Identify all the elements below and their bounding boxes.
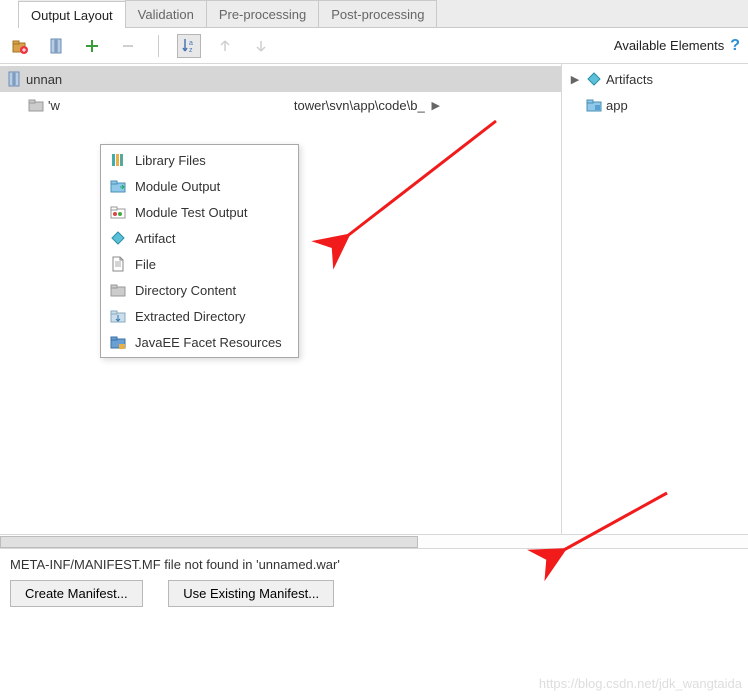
- popup-item-artifact[interactable]: Artifact: [101, 225, 298, 251]
- popup-label: Directory Content: [135, 283, 236, 298]
- artifact-icon: [109, 230, 127, 246]
- add-icon: [84, 38, 100, 54]
- popup-item-javaee-facet[interactable]: JavaEE Facet Resources: [101, 329, 298, 355]
- button-label: Create Manifest...: [25, 586, 128, 601]
- use-existing-manifest-button[interactable]: Use Existing Manifest...: [168, 580, 334, 607]
- popup-item-file[interactable]: File: [101, 251, 298, 277]
- tab-pre-processing[interactable]: Pre-processing: [206, 0, 319, 27]
- svg-text:a: a: [189, 40, 193, 47]
- remove-button: [116, 34, 140, 58]
- available-elements-label: Available Elements: [614, 38, 724, 53]
- new-folder-icon: [12, 38, 28, 54]
- manifest-warning-message: META-INF/MANIFEST.MF file not found in '…: [10, 557, 738, 572]
- popup-item-module-test-output[interactable]: Module Test Output: [101, 199, 298, 225]
- artifact-icon: [586, 71, 602, 87]
- arrow-down-icon: [253, 38, 269, 54]
- tree-row-app[interactable]: app: [562, 92, 748, 118]
- tree-child-prefix: 'w: [48, 98, 60, 113]
- archive-icon: [48, 38, 64, 54]
- module-folder-icon: [586, 97, 602, 113]
- file-icon: [109, 256, 127, 272]
- extracted-dir-icon: [109, 308, 127, 324]
- popup-item-library-files[interactable]: Library Files: [101, 147, 298, 173]
- tab-output-layout[interactable]: Output Layout: [18, 1, 126, 28]
- new-folder-button[interactable]: [8, 34, 32, 58]
- javaee-facet-icon: [109, 334, 127, 350]
- sort-button[interactable]: az: [177, 34, 201, 58]
- tab-label: Pre-processing: [219, 7, 306, 22]
- sort-az-icon: az: [181, 38, 197, 54]
- add-content-popup: Library Files Module Output Module Test …: [100, 144, 299, 358]
- remove-icon: [120, 38, 136, 54]
- popup-label: Module Output: [135, 179, 220, 194]
- popup-item-module-output[interactable]: Module Output: [101, 173, 298, 199]
- popup-label: Library Files: [135, 153, 206, 168]
- scrollbar-thumb[interactable]: [0, 536, 418, 548]
- popup-label: JavaEE Facet Resources: [135, 335, 282, 350]
- tab-label: Post-processing: [331, 7, 424, 22]
- chevron-right-icon[interactable]: ▶: [568, 73, 582, 86]
- app-label: app: [606, 98, 628, 113]
- popup-label: Module Test Output: [135, 205, 248, 220]
- help-icon[interactable]: ?: [730, 37, 740, 55]
- folder-icon: [28, 97, 44, 113]
- toolbar-separator: [158, 35, 159, 57]
- tab-label: Output Layout: [31, 8, 113, 23]
- arrow-up-icon: [217, 38, 233, 54]
- popup-label: Artifact: [135, 231, 175, 246]
- manifest-panel: META-INF/MANIFEST.MF file not found in '…: [0, 548, 748, 615]
- tab-post-processing[interactable]: Post-processing: [318, 0, 437, 27]
- add-button[interactable]: [80, 34, 104, 58]
- svg-text:z: z: [189, 47, 193, 54]
- horizontal-scrollbar[interactable]: [0, 534, 748, 548]
- library-icon: [109, 152, 127, 168]
- tree-row-artifacts[interactable]: ▶ Artifacts: [562, 66, 748, 92]
- popup-label: Extracted Directory: [135, 309, 246, 324]
- output-layout-tree[interactable]: unnan 'w tower\svn\app\code\b_ ▶: [0, 64, 561, 120]
- watermark: https://blog.csdn.net/jdk_wangtaida: [539, 676, 742, 691]
- popup-label: File: [135, 257, 156, 272]
- module-test-output-icon: [109, 204, 127, 220]
- popup-item-extracted-directory[interactable]: Extracted Directory: [101, 303, 298, 329]
- popup-item-directory-content[interactable]: Directory Content: [101, 277, 298, 303]
- tabs-bar: Output Layout Validation Pre-processing …: [18, 0, 748, 28]
- button-label: Use Existing Manifest...: [183, 586, 319, 601]
- tree-row-child[interactable]: 'w tower\svn\app\code\b_ ▶: [0, 92, 561, 118]
- new-archive-button[interactable]: [44, 34, 68, 58]
- create-manifest-button[interactable]: Create Manifest...: [10, 580, 143, 607]
- move-down-button: [249, 34, 273, 58]
- tree-root-label: unnan: [26, 72, 62, 87]
- toolbar: az Available Elements ?: [0, 28, 748, 64]
- module-output-icon: [109, 178, 127, 194]
- tree-child-path: tower\svn\app\code\b_: [294, 98, 425, 113]
- tree-row-root[interactable]: unnan: [0, 66, 561, 92]
- tab-label: Validation: [138, 7, 194, 22]
- chevron-right-icon: ▶: [429, 99, 443, 112]
- tab-validation[interactable]: Validation: [125, 0, 207, 27]
- artifacts-label: Artifacts: [606, 72, 653, 87]
- main-area: unnan 'w tower\svn\app\code\b_ ▶ ▶ Artif…: [0, 64, 748, 534]
- archive-icon: [6, 71, 22, 87]
- move-up-button: [213, 34, 237, 58]
- available-elements-pane: ▶ Artifacts app: [562, 64, 748, 534]
- folder-icon: [109, 282, 127, 298]
- available-elements-tree[interactable]: ▶ Artifacts app: [562, 64, 748, 120]
